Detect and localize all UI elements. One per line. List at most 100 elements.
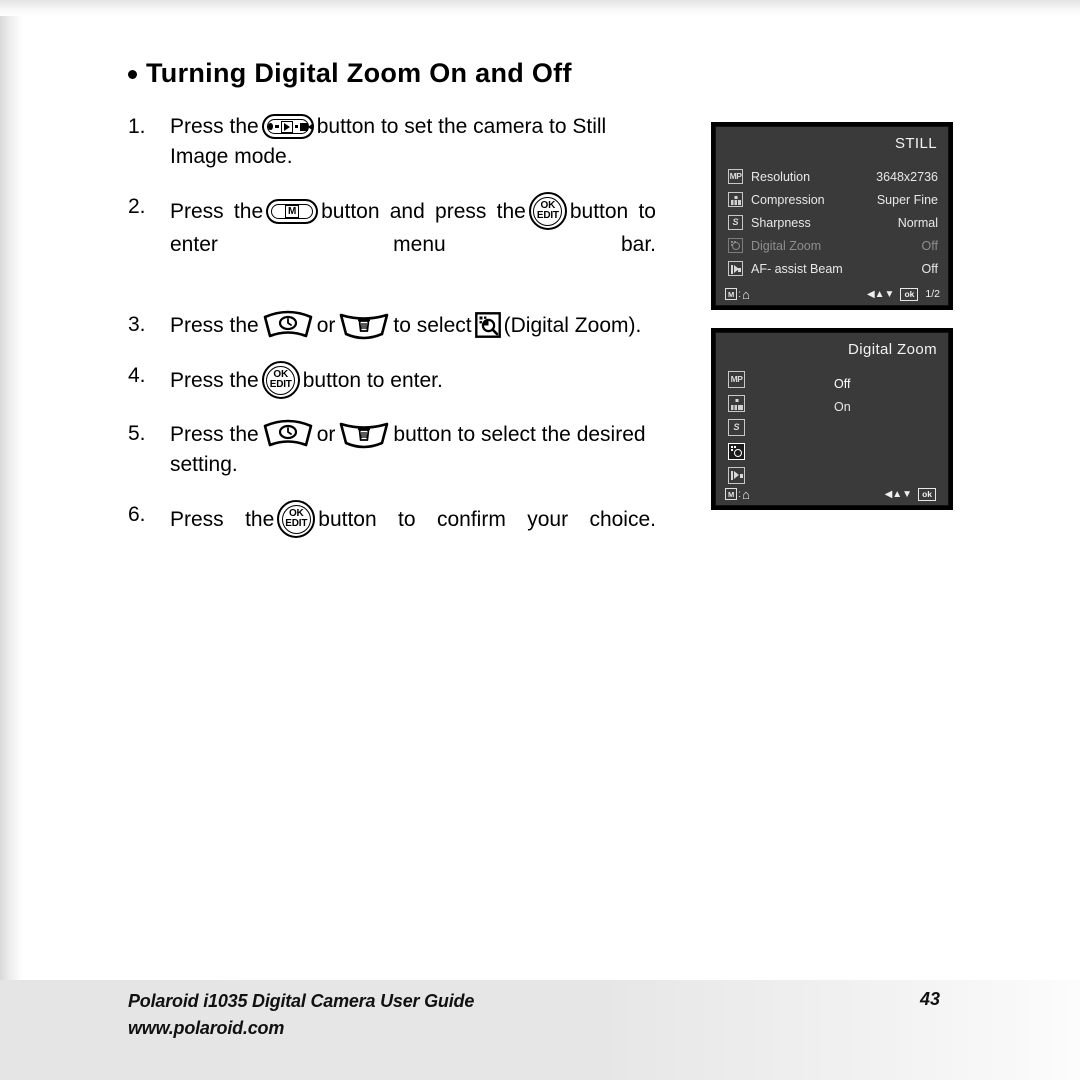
page-top-edge-shading (0, 0, 1080, 16)
step-text-or: or (316, 423, 336, 446)
option-off[interactable]: Off (834, 373, 851, 396)
page-title: Turning Digital Zoom On and Off (128, 58, 572, 89)
menu-row-label: AF- assist Beam (751, 261, 843, 276)
megapixel-icon[interactable]: MP (728, 371, 745, 388)
page-indicator: 1/2 (925, 288, 940, 300)
menu-row-value: 3648x2736 (876, 169, 938, 184)
step-text-post: (Digital Zoom). (503, 314, 642, 337)
af-assist-icon (728, 261, 743, 276)
footer-url: www.polaroid.com (128, 1018, 285, 1038)
mode-button-icon (261, 114, 314, 139)
table-row[interactable]: MP Resolution 3648x2736 (716, 165, 948, 188)
step-text-mid: to select (393, 314, 472, 337)
step-number: 3. (128, 313, 146, 336)
bullet-icon (128, 70, 137, 79)
step-text-or: or (316, 314, 336, 337)
lcd-digital-zoom-screenshot: Digital Zoom MP S Off On M : ⌂ ◀▲▼ ok (711, 328, 953, 510)
step-text-pre: Press the (170, 508, 275, 531)
megapixel-icon: MP (728, 169, 743, 184)
digital-zoom-icon (728, 238, 743, 253)
step-text-pre: Press the (170, 369, 259, 392)
menu-row-value: Off (921, 261, 938, 276)
list-item: 5. Press the or button to select the desir… (128, 419, 656, 480)
home-icon: ⌂ (742, 286, 750, 302)
footer-title: Polaroid i1035 Digital Camera User Guide (128, 991, 475, 1011)
step-text: Press the or button to select the desired … (170, 419, 656, 480)
ok-edit-button-icon: OK EDIT (528, 192, 567, 230)
page-number: 43 (920, 989, 941, 1009)
step-number: 6. (128, 503, 146, 526)
list-item: 2. Press the Mbutton and press the OK EDIT b… (128, 192, 656, 290)
step-text-mid: button and press the (321, 200, 526, 223)
ok-edit-button-icon: OK EDIT (261, 361, 300, 399)
step-text-pre: Press the (170, 200, 264, 223)
table-row[interactable]: Digital Zoom Off (716, 234, 948, 257)
status-colon: : (738, 288, 742, 300)
lcd-still-menu-screenshot: STILL MP Resolution 3648x2736 Compressio… (711, 122, 953, 310)
status-colon: : (738, 488, 742, 500)
menu-row-label: Resolution (751, 169, 811, 184)
page-left-edge-shading (0, 0, 26, 1080)
instruction-list: 1. Press the button to set the camera to … (128, 112, 656, 588)
lcd-menu-list: MP Resolution 3648x2736 Compression Supe… (716, 165, 948, 280)
option-on[interactable]: On (834, 396, 851, 419)
step-number: 5. (128, 422, 146, 445)
table-row[interactable]: Compression Super Fine (716, 188, 948, 211)
step-text: Press the OK EDIT button to enter. (170, 361, 656, 399)
navigation-arrows-icon: ◀▲▼ (884, 488, 913, 500)
edit-label: EDIT (269, 379, 292, 390)
step-number: 4. (128, 364, 146, 387)
step-text-pre: Press the (170, 115, 259, 138)
table-row[interactable]: AF- assist Beam Off (716, 257, 948, 280)
menu-row-label: Compression (751, 192, 825, 207)
menu-row-value: Super Fine (876, 192, 938, 207)
down-delete-button-icon (338, 419, 390, 449)
lcd-title: STILL (894, 135, 937, 152)
menu-key-hint: M (725, 288, 738, 300)
manual-page: Turning Digital Zoom On and Off 1. Press… (0, 0, 1080, 1080)
list-item: 4. Press the OK EDIT button to enter. (128, 361, 656, 399)
page-title-text: Turning Digital Zoom On and Off (146, 58, 572, 88)
lcd-status-bar: M : ⌂ ◀▲▼ ok (716, 486, 948, 502)
ok-key-hint: ok (900, 287, 919, 301)
lcd-option-list: Off On (834, 373, 851, 419)
step-number: 2. (128, 195, 146, 218)
step-number: 1. (128, 115, 146, 138)
compression-icon (728, 192, 743, 207)
table-row[interactable]: S Sharpness Normal (716, 211, 948, 234)
menu-row-label: Digital Zoom (751, 238, 822, 253)
lcd-title: Digital Zoom (848, 341, 937, 358)
lcd-icon-rail: MP S (728, 371, 745, 491)
digital-zoom-icon[interactable] (728, 443, 745, 460)
up-timer-button-icon (262, 310, 314, 340)
navigation-arrows-icon: ◀▲▼ (866, 288, 895, 300)
ok-key-hint: ok (918, 487, 936, 501)
list-item: 6. Press the OK EDIT button to confirm your… (128, 500, 656, 568)
step-text: Press the button to set the camera to Sti… (170, 112, 656, 172)
menu-key-hint: M (725, 488, 738, 500)
digital-zoom-icon (474, 312, 501, 338)
home-icon: ⌂ (742, 486, 750, 502)
menu-button-letter: M (284, 205, 300, 218)
lcd-status-bar: M : ⌂ ◀▲▼ ok 1/2 (716, 286, 948, 302)
footer: Polaroid i1035 Digital Camera User Guide… (128, 988, 474, 1042)
step-text: Press the OK EDIT button to confirm your ch… (170, 500, 656, 568)
step-text: Press the or to select (Digital Zoom). (170, 310, 656, 341)
menu-row-label: Sharpness (751, 215, 811, 230)
up-timer-button-icon (262, 419, 314, 449)
list-item: 3. Press the or to select (Digital Zoom). (128, 310, 656, 341)
edit-label: EDIT (285, 518, 308, 529)
ok-edit-button-icon: OK EDIT (277, 500, 316, 538)
step-text-pre: Press the (170, 423, 259, 446)
step-text: Press the Mbutton and press the OK EDIT butt… (170, 192, 656, 290)
step-text-pre: Press the (170, 314, 259, 337)
step-text-post: button to enter. (302, 369, 443, 392)
compression-icon[interactable] (728, 395, 745, 412)
list-item: 1. Press the button to set the camera to … (128, 112, 656, 172)
down-delete-button-icon (338, 310, 390, 340)
menu-button-icon: M (266, 199, 319, 224)
menu-row-value: Normal (897, 215, 938, 230)
step-text-post: button to confirm your choice. (318, 508, 656, 531)
sharpness-icon[interactable]: S (728, 419, 745, 436)
af-assist-icon[interactable] (728, 467, 745, 484)
